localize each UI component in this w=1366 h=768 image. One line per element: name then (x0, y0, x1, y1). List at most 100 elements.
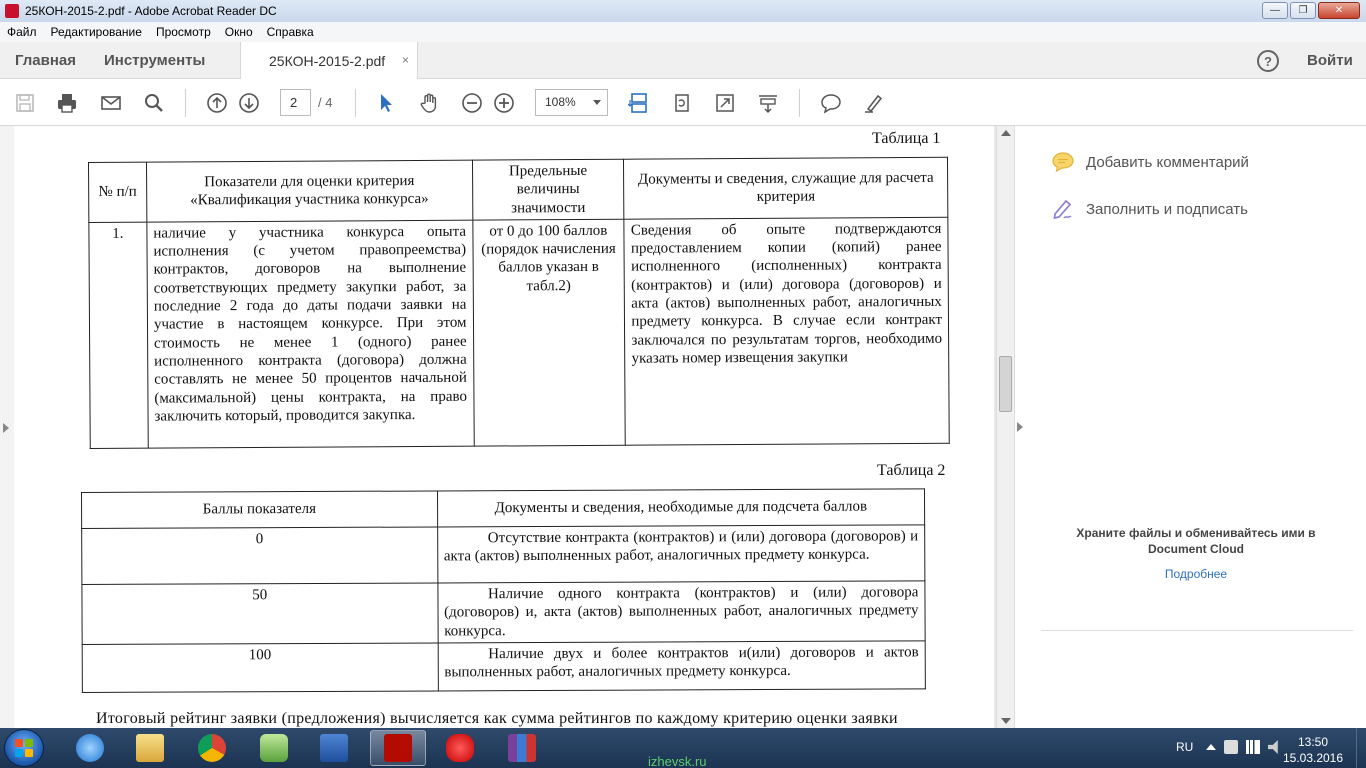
menu-view[interactable]: Просмотр (149, 25, 218, 39)
help-icon[interactable]: ? (1257, 50, 1279, 72)
chrome-icon (198, 734, 226, 762)
windows-logo-icon (15, 739, 33, 757)
pane-divider (1041, 630, 1353, 631)
document-cloud-promo: Храните файлы и обменивайтесь ими в Docu… (1076, 526, 1316, 556)
login-button[interactable]: Войти (1307, 52, 1353, 69)
taskbar-ie[interactable] (62, 730, 118, 766)
page-number-input[interactable] (280, 89, 311, 116)
tab-document[interactable]: 25КОН-2015-2.pdf × (240, 42, 418, 79)
app-icon (260, 734, 288, 762)
table-row: № п/п Показатели для оценки критерия «Кв… (88, 157, 948, 223)
add-comment-tool[interactable]: Добавить комментарий (1051, 150, 1249, 174)
pdf-page: Таблица 1 № п/п Показатели для оценки кр… (14, 126, 994, 728)
toolbar-separator (185, 89, 186, 117)
window-controls: — ❐ ✕ (1262, 2, 1360, 19)
scrolling-mode-icon[interactable] (627, 91, 651, 115)
taskbar-paint[interactable] (432, 730, 488, 766)
start-button[interactable] (4, 729, 44, 767)
scroll-thumb[interactable] (999, 356, 1012, 412)
menu-edit[interactable]: Редактирование (44, 25, 149, 39)
action-center-icon[interactable] (1224, 740, 1238, 754)
table-cell: наличие у участника конкурса опыта испол… (146, 220, 474, 449)
table1-caption: Таблица 1 (872, 130, 941, 147)
taskbar-acrobat[interactable] (370, 730, 426, 766)
table-row: 1. наличие у участника конкурса опыта ис… (88, 217, 950, 449)
show-hidden-icons-icon[interactable] (1206, 744, 1216, 750)
print-icon[interactable] (55, 91, 79, 115)
select-cursor-icon[interactable] (374, 91, 398, 115)
taskbar-word[interactable] (306, 730, 362, 766)
rating-paragraph: Итоговый рейтинг заявки (предложения) вы… (96, 710, 898, 727)
highlight-pen-icon[interactable] (862, 91, 886, 115)
tab-home[interactable]: Главная (15, 52, 76, 69)
fill-sign-tool[interactable]: Заполнить и подписать (1051, 197, 1248, 221)
language-indicator[interactable]: RU (1176, 740, 1193, 754)
menu-window[interactable]: Окно (218, 25, 260, 39)
table-header-cell: Предельные величины значимости (472, 159, 625, 221)
internet-explorer-icon (76, 734, 104, 762)
search-icon[interactable] (142, 91, 166, 115)
rotate-view-icon[interactable] (670, 91, 694, 115)
table-row: 100 Наличие двух и более контрактов и(ил… (82, 640, 926, 693)
taskbar-winrar[interactable] (494, 730, 550, 766)
table-row: 0 Отсутствие контракта (контрактов) и (и… (81, 524, 925, 585)
left-panel-strip (0, 126, 14, 728)
vertical-scrollbar[interactable] (996, 126, 1014, 728)
table-row: 50 Наличие одного контракта (контрактов)… (81, 580, 926, 645)
collapse-pane-icon[interactable] (1017, 422, 1023, 432)
tab-document-label: 25КОН-2015-2.pdf (269, 52, 386, 69)
expand-left-panel-icon[interactable] (3, 423, 9, 433)
zoom-value: 108% (545, 95, 576, 109)
acrobat-app-icon (5, 4, 19, 18)
comment-bubble-icon (1052, 152, 1074, 173)
zoom-select[interactable]: 108% (535, 89, 608, 116)
next-page-icon[interactable] (237, 91, 261, 115)
system-tray (1206, 740, 1282, 754)
table2-caption: Таблица 2 (877, 462, 946, 479)
winrar-icon (508, 734, 536, 762)
taskbar-app[interactable] (246, 730, 302, 766)
minimize-button[interactable]: — (1262, 2, 1288, 19)
network-icon[interactable] (1246, 740, 1260, 754)
table-header-cell: № п/п (88, 162, 147, 223)
comment-icon[interactable] (819, 91, 843, 115)
scroll-up-icon[interactable] (1001, 130, 1011, 136)
scroll-down-icon[interactable] (1001, 718, 1011, 724)
menu-help[interactable]: Справка (260, 25, 321, 39)
fit-page-icon[interactable] (756, 91, 780, 115)
menu-bar: Файл Редактирование Просмотр Окно Справк… (0, 22, 1366, 42)
table-cell: Сведения об опыте подтверждаются предост… (624, 217, 950, 446)
table-header-cell: Показатели для оценки критерия «Квалифик… (146, 160, 473, 223)
table-row: Баллы показателя Документы и сведения, н… (81, 488, 925, 529)
window-title: 25КОН-2015-2.pdf - Adobe Acrobat Reader … (25, 4, 277, 18)
tab-tools[interactable]: Инструменты (104, 52, 205, 69)
show-desktop-button[interactable] (1356, 728, 1366, 768)
prev-page-icon[interactable] (205, 91, 229, 115)
table-cell: Наличие одного контракта (контрактов) и … (437, 580, 926, 643)
taskbar-chrome[interactable] (184, 730, 240, 766)
close-window-button[interactable]: ✕ (1318, 2, 1360, 19)
maximize-button[interactable]: ❐ (1290, 2, 1316, 19)
table-cell: от 0 до 100 баллов (порядок начисления б… (472, 219, 626, 447)
hand-tool-icon[interactable] (418, 91, 442, 115)
email-icon[interactable] (99, 91, 123, 115)
close-tab-icon[interactable]: × (402, 53, 409, 67)
zoom-out-icon[interactable] (460, 91, 484, 115)
menu-file[interactable]: Файл (0, 25, 44, 39)
taskbar-explorer[interactable] (122, 730, 178, 766)
table-cell: Наличие двух и более контрактов и(или) д… (437, 640, 926, 691)
table2: Баллы показателя Документы и сведения, н… (81, 488, 926, 693)
save-icon[interactable] (13, 91, 37, 115)
table-cell: 50 (81, 582, 438, 645)
chevron-down-icon (593, 100, 601, 105)
acrobat-icon (384, 734, 412, 762)
zoom-in-icon[interactable] (492, 91, 516, 115)
toolbar (0, 80, 1366, 126)
learn-more-link[interactable]: Подробнее (1054, 567, 1338, 581)
table-header-cell: Документы и сведения, служащие для расче… (623, 157, 948, 220)
tab-bar: Главная Инструменты 25КОН-2015-2.pdf × (0, 42, 1366, 79)
table-cell: Отсутствие контракта (контрактов) и (или… (437, 524, 925, 583)
fill-sign-label: Заполнить и подписать (1086, 200, 1248, 218)
tray-clock[interactable]: 13:50 15.03.2016 (1280, 734, 1346, 766)
full-screen-icon[interactable] (713, 91, 737, 115)
